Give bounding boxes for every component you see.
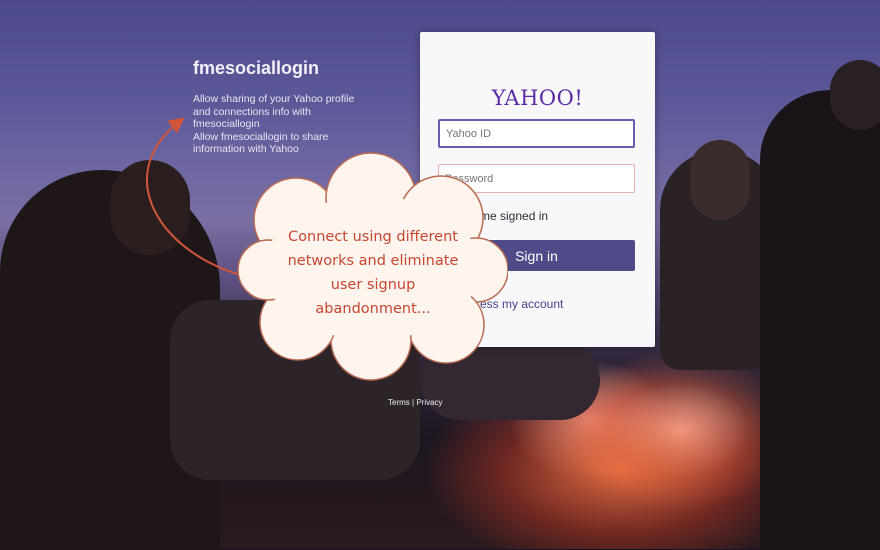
yahoo-id-input[interactable] — [438, 119, 635, 148]
person-silhouette — [830, 60, 880, 130]
yahoo-logo: YAHOO! — [491, 86, 584, 110]
app-name: fmesociallogin — [193, 58, 320, 78]
footer-separator: | — [412, 398, 415, 407]
privacy-link[interactable]: Privacy — [416, 398, 442, 407]
callout-text: Connect using different networks and eli… — [268, 225, 478, 321]
callout-line: abandonment... — [315, 301, 431, 317]
person-silhouette — [760, 90, 880, 550]
person-silhouette — [690, 140, 750, 220]
callout-line: networks and eliminate — [287, 253, 459, 269]
callout-line: user signup — [330, 277, 416, 293]
terms-link[interactable]: Terms — [388, 398, 410, 407]
footer-links: Terms | Privacy — [388, 398, 443, 407]
callout-line: Connect using different — [288, 229, 458, 245]
